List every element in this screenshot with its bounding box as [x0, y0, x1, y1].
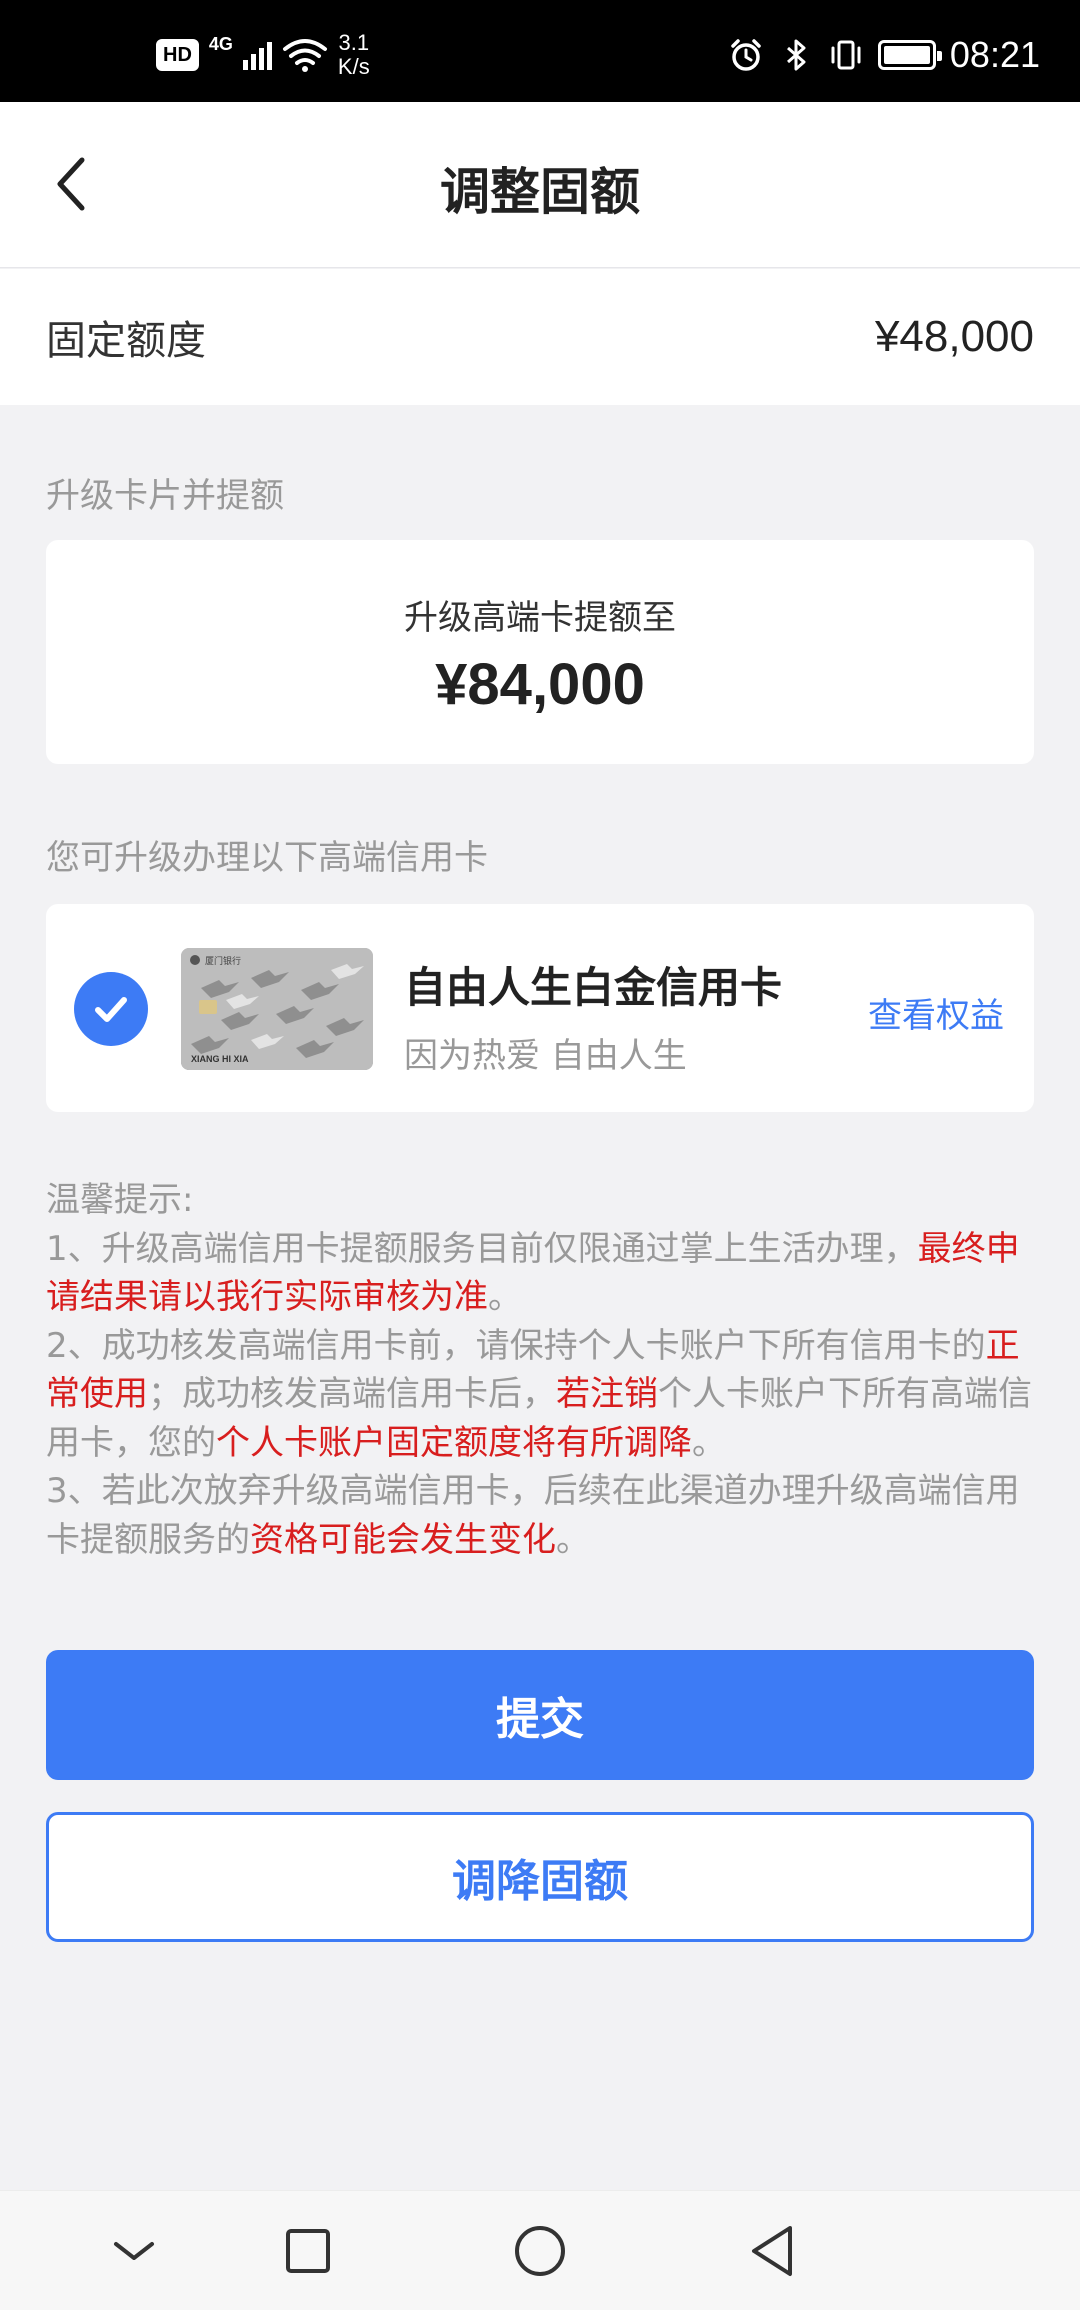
nav-home-icon	[515, 2226, 565, 2276]
bluetooth-icon	[786, 39, 806, 71]
nav-down-icon	[114, 2242, 154, 2260]
card-name: 自由人生白金信用卡	[404, 963, 783, 1012]
note-1-text-b: 。	[488, 1277, 522, 1317]
system-navigation-bar	[0, 2190, 1080, 2310]
hd-badge: HD	[156, 39, 199, 71]
upgrade-limit-card: 升级高端卡提额至 ¥84,000	[46, 540, 1034, 764]
upgrade-card-subtitle: 升级高端卡提额至	[404, 598, 676, 638]
note-item-1: 1、升级高端信用卡提额服务目前仅限通过掌上生活办理，最终申请结果请以我行实际审核…	[46, 1225, 1036, 1322]
nav-home-button[interactable]	[510, 2221, 570, 2281]
vibrate-icon	[831, 40, 861, 70]
network-speed-value: 3.1	[338, 30, 370, 55]
checkmark-icon	[95, 997, 127, 1022]
card-image-brand: 厦门银行	[205, 955, 241, 967]
note-2-highlight-2: 若注销	[556, 1374, 658, 1414]
alarm-icon	[731, 39, 761, 71]
decrease-limit-button[interactable]: 调降固额	[46, 1812, 1034, 1942]
note-2-text-a: 2、成功核发高端信用卡前，请保持个人卡账户下所有信用卡的	[46, 1325, 986, 1366]
status-left-group: HD 4G 3.1 K/s	[156, 30, 370, 80]
credit-card-image: 厦门银行 XIANG HI XIA	[181, 948, 373, 1070]
upgrade-section-label: 升级卡片并提额	[46, 476, 284, 516]
note-1-text-a: 1、升级高端信用卡提额服务目前仅限通过掌上生活办理，	[46, 1228, 918, 1269]
nav-down-button[interactable]	[104, 2221, 164, 2281]
signal-icon	[242, 40, 272, 70]
battery-icon	[877, 40, 942, 70]
view-benefits-link[interactable]: 查看权益	[868, 988, 1004, 1037]
nav-recents-button[interactable]	[278, 2221, 338, 2281]
wifi-icon	[282, 39, 327, 72]
note-2-text-b: ；成功核发高端信用卡后，	[148, 1374, 556, 1414]
card-artwork: 厦门银行 XIANG HI XIA	[181, 948, 373, 1070]
upgrade-amount: ¥84,000	[435, 652, 645, 717]
network-type: 4G	[208, 34, 233, 54]
page-title: 调整固额	[440, 163, 640, 221]
note-2-highlight-3: 个人卡账户固定额度将有所调降	[216, 1422, 692, 1463]
notes-heading: 温馨提示:	[46, 1180, 194, 1220]
card-image-holder: XIANG HI XIA	[191, 1054, 249, 1064]
nav-recents-icon	[286, 2229, 330, 2273]
status-bar: HD 4G 3.1 K/s 08:21	[0, 0, 1080, 102]
card-section-label: 您可升级办理以下高端信用卡	[46, 838, 488, 878]
fixed-limit-value: ¥48,000	[874, 312, 1034, 361]
network-speed: 3.1 K/s	[338, 31, 370, 79]
note-item-2: 2、成功核发高端信用卡前，请保持个人卡账户下所有信用卡的正常使用；成功核发高端信…	[46, 1322, 1036, 1468]
network-speed-unit: K/s	[337, 54, 370, 79]
nav-back-icon	[752, 2226, 792, 2276]
card-slogan: 因为热爱 自由人生	[404, 1036, 687, 1076]
submit-button[interactable]: 提交	[46, 1650, 1034, 1780]
fixed-limit-label: 固定额度	[46, 318, 206, 364]
nav-back-button[interactable]	[742, 2221, 802, 2281]
note-3-text-b: 。	[556, 1519, 590, 1560]
top-navigation-bar: 调整固额	[0, 102, 1080, 268]
status-right-group: 08:21	[728, 30, 1040, 80]
note-item-3: 3、若此次放弃升级高端信用卡，后续在此渠道办理升级高端信用卡提额服务的资格可能会…	[46, 1467, 1036, 1564]
status-time: 08:21	[949, 34, 1040, 75]
fixed-limit-row: 固定额度 ¥48,000	[0, 269, 1080, 405]
note-2-text-d: 。	[692, 1422, 726, 1463]
selected-checkbox[interactable]	[74, 972, 148, 1046]
notes-section: 温馨提示: 1、升级高端信用卡提额服务目前仅限通过掌上生活办理，最终申请结果请以…	[46, 1176, 1036, 1564]
note-3-highlight: 资格可能会发生变化	[250, 1519, 556, 1560]
credit-card-option[interactable]: 厦门银行 XIANG HI XIA 自由人生白金信用卡 因为热爱 自由人生 查看…	[46, 904, 1034, 1112]
